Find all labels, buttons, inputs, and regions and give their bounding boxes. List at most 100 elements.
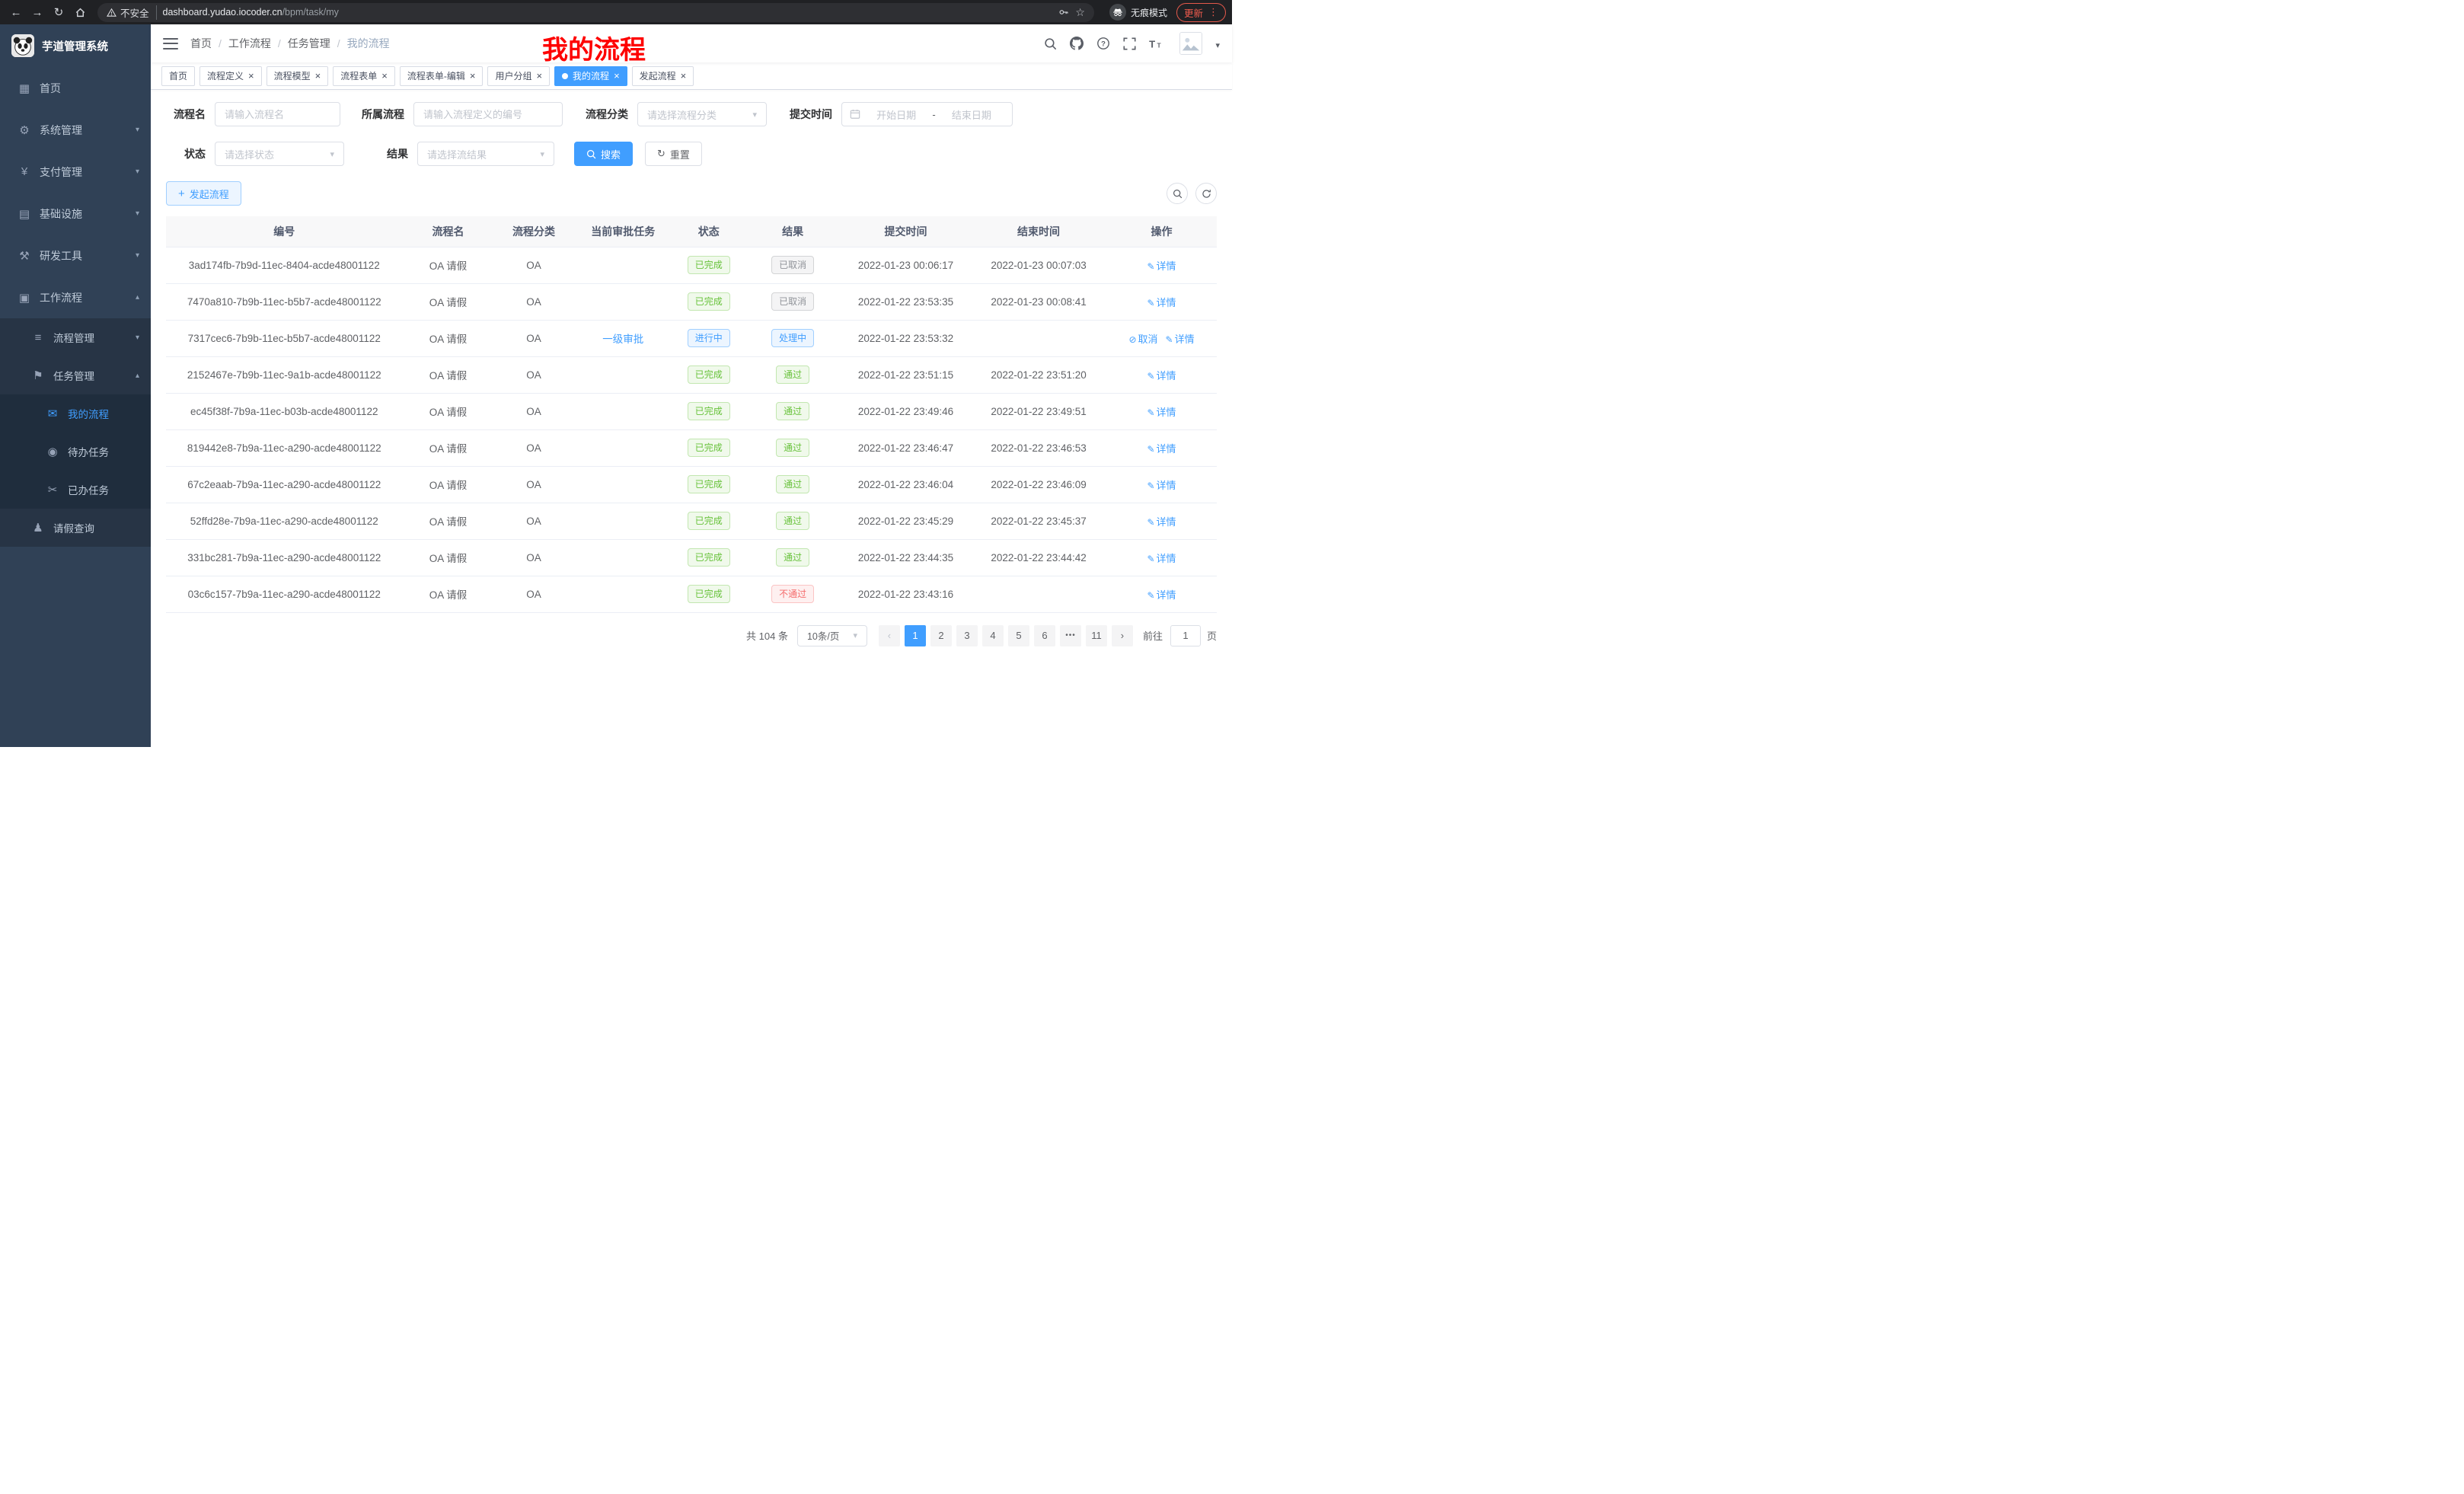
- detail-link[interactable]: ✎详情: [1147, 480, 1176, 491]
- tab-0[interactable]: 首页: [161, 66, 195, 86]
- page-size-select[interactable]: 10条/页 ▾: [797, 625, 867, 646]
- sidebar-item-done-tasks[interactable]: ✂已办任务: [0, 471, 151, 509]
- page-button-6[interactable]: 6: [1034, 625, 1055, 646]
- create-process-button[interactable]: + 发起流程: [166, 181, 241, 206]
- detail-icon: ✎: [1147, 480, 1154, 491]
- next-page-button[interactable]: ›: [1112, 625, 1133, 646]
- status-select[interactable]: 请选择状态 ▾: [215, 142, 344, 166]
- close-icon[interactable]: ×: [536, 71, 542, 81]
- sidebar-item-devtools[interactable]: ⚒研发工具▾: [0, 235, 151, 276]
- user-avatar[interactable]: [1179, 32, 1202, 55]
- back-button[interactable]: ←: [6, 2, 26, 22]
- fullscreen-icon[interactable]: [1123, 37, 1136, 50]
- goto-page-input[interactable]: [1170, 625, 1201, 646]
- github-icon[interactable]: [1070, 37, 1084, 50]
- cell-end-time: [971, 576, 1106, 612]
- page-button-3[interactable]: 3: [956, 625, 978, 646]
- detail-link[interactable]: ✎详情: [1147, 589, 1176, 601]
- chevron-down-icon: ▾: [330, 149, 334, 159]
- reset-button[interactable]: ↻ 重置: [645, 142, 702, 166]
- breadcrumb-item[interactable]: 工作流程: [228, 36, 271, 51]
- security-chip[interactable]: 不安全: [107, 5, 157, 20]
- breadcrumb-item[interactable]: 任务管理: [288, 36, 330, 51]
- font-size-icon[interactable]: TT: [1149, 38, 1163, 49]
- incognito-badge: 无痕模式: [1109, 4, 1167, 21]
- chevron-down-icon[interactable]: ▾: [1215, 40, 1220, 50]
- page-button-4[interactable]: 4: [982, 625, 1004, 646]
- close-icon[interactable]: ×: [614, 71, 620, 81]
- current-task-link[interactable]: 一级审批: [602, 334, 643, 345]
- process-id-input[interactable]: [413, 102, 563, 126]
- update-button[interactable]: 更新 ⋮: [1176, 3, 1226, 22]
- result-select[interactable]: 请选择流结果 ▾: [417, 142, 554, 166]
- svg-text:T: T: [1157, 41, 1162, 49]
- detail-link[interactable]: ✎详情: [1147, 516, 1176, 528]
- breadcrumb-item[interactable]: 首页: [190, 36, 212, 51]
- process-name-input[interactable]: [215, 102, 340, 126]
- hamburger-icon[interactable]: [163, 38, 178, 49]
- sidebar-item-task-manage[interactable]: ⚑任务管理▴: [0, 356, 151, 394]
- cancel-link[interactable]: ⊘取消: [1128, 334, 1157, 345]
- date-range-picker[interactable]: 开始日期 - 结束日期: [841, 102, 1013, 126]
- sidebar-item-my-process[interactable]: ✉我的流程: [0, 394, 151, 433]
- key-icon[interactable]: [1058, 7, 1069, 18]
- page-button-5[interactable]: 5: [1008, 625, 1029, 646]
- tab-4[interactable]: 流程表单-编辑×: [400, 66, 484, 86]
- start-date[interactable]: 开始日期: [863, 107, 929, 122]
- end-date[interactable]: 结束日期: [939, 107, 1004, 122]
- tab-3[interactable]: 流程表单×: [333, 66, 395, 86]
- close-icon[interactable]: ×: [315, 71, 321, 81]
- bookmark-star-icon[interactable]: ☆: [1075, 6, 1085, 19]
- refresh-table-button[interactable]: [1195, 183, 1217, 204]
- sidebar-item-todo-tasks[interactable]: ◉待办任务: [0, 433, 151, 471]
- close-icon[interactable]: ×: [470, 71, 476, 81]
- search-button[interactable]: 搜索: [574, 142, 633, 166]
- detail-link[interactable]: ✎详情: [1166, 334, 1195, 345]
- page-more-button[interactable]: •••: [1060, 625, 1081, 646]
- question-icon[interactable]: ?: [1096, 37, 1110, 50]
- done-tasks-icon: ✂: [44, 483, 61, 496]
- prev-page-button[interactable]: ‹: [879, 625, 900, 646]
- category-select[interactable]: 请选择流程分类 ▾: [637, 102, 767, 126]
- tab-1[interactable]: 流程定义×: [199, 66, 262, 86]
- sidebar-item-process-manage[interactable]: ≡流程管理▾: [0, 318, 151, 356]
- status-badge: 已完成: [688, 548, 730, 567]
- menu-dots-icon[interactable]: ⋮: [1208, 6, 1218, 18]
- detail-link[interactable]: ✎详情: [1147, 260, 1176, 272]
- sidebar-item-home[interactable]: ▦首页: [0, 67, 151, 109]
- cell-actions: ✎详情: [1106, 466, 1217, 503]
- close-icon[interactable]: ×: [248, 71, 254, 81]
- close-icon[interactable]: ×: [681, 71, 687, 81]
- range-separator: -: [932, 109, 935, 120]
- tab-2[interactable]: 流程模型×: [267, 66, 329, 86]
- detail-link[interactable]: ✎详情: [1147, 443, 1176, 455]
- detail-link[interactable]: ✎详情: [1147, 553, 1176, 564]
- app-logo[interactable]: 芋道管理系统: [0, 24, 151, 67]
- detail-link[interactable]: ✎详情: [1147, 407, 1176, 418]
- detail-link[interactable]: ✎详情: [1147, 297, 1176, 308]
- tab-6[interactable]: 我的流程×: [554, 66, 627, 86]
- tab-7[interactable]: 发起流程×: [632, 66, 694, 86]
- cell-category: OA: [494, 539, 574, 576]
- home-button[interactable]: [70, 2, 90, 22]
- page-button-11[interactable]: 11: [1086, 625, 1107, 646]
- sidebar-item-leave-query[interactable]: ♟请假查询: [0, 509, 151, 547]
- table-row: 03c6c157-7b9a-11ec-a290-acde48001122OA 请…: [166, 576, 1217, 612]
- sidebar-item-infrastructure[interactable]: ▤基础设施▾: [0, 193, 151, 235]
- tab-5[interactable]: 用户分组×: [487, 66, 550, 86]
- show-search-toggle-button[interactable]: [1167, 183, 1188, 204]
- detail-link[interactable]: ✎详情: [1147, 370, 1176, 381]
- sidebar-item-workflow[interactable]: ▣工作流程▴: [0, 276, 151, 318]
- close-icon[interactable]: ×: [381, 71, 388, 81]
- page-button-2[interactable]: 2: [930, 625, 952, 646]
- reload-button[interactable]: ↻: [49, 2, 69, 22]
- address-bar[interactable]: 不安全 dashboard.yudao.iocoder.cn/bpm/task/…: [97, 3, 1094, 22]
- sidebar-item-payment[interactable]: ¥支付管理▾: [0, 151, 151, 193]
- sidebar-item-system[interactable]: ⚙系统管理▾: [0, 109, 151, 151]
- page-button-1[interactable]: 1: [905, 625, 926, 646]
- cell-end-time: 2022-01-22 23:49:51: [971, 393, 1106, 429]
- warning-icon: [107, 8, 116, 18]
- cell-end-time: 2022-01-22 23:44:42: [971, 539, 1106, 576]
- search-icon[interactable]: [1044, 37, 1057, 50]
- forward-button[interactable]: →: [27, 2, 47, 22]
